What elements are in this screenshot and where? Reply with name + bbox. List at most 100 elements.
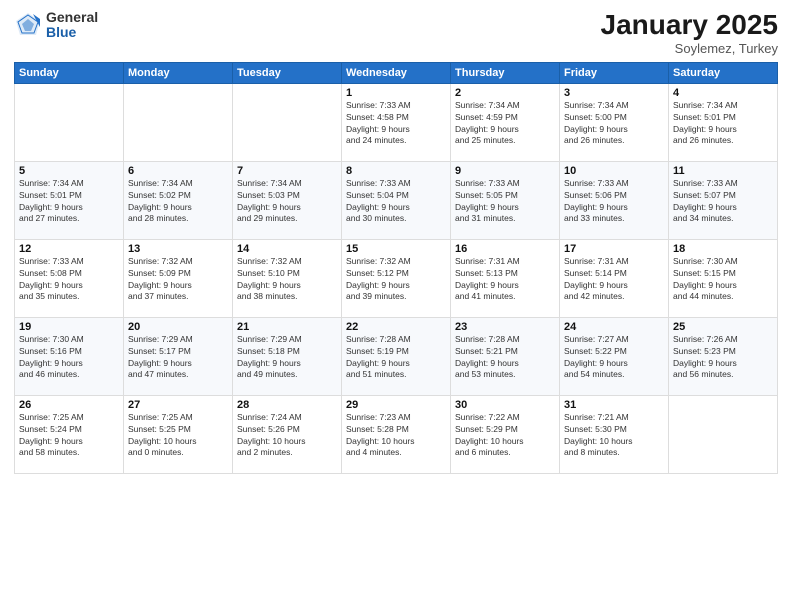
calendar-week-row: 26Sunrise: 7:25 AMSunset: 5:24 PMDayligh… [15,395,778,473]
calendar-cell: 13Sunrise: 7:32 AMSunset: 5:09 PMDayligh… [124,239,233,317]
calendar-cell: 24Sunrise: 7:27 AMSunset: 5:22 PMDayligh… [560,317,669,395]
calendar-cell: 12Sunrise: 7:33 AMSunset: 5:08 PMDayligh… [15,239,124,317]
calendar-cell: 31Sunrise: 7:21 AMSunset: 5:30 PMDayligh… [560,395,669,473]
logo-general: General [46,10,98,25]
calendar-cell: 25Sunrise: 7:26 AMSunset: 5:23 PMDayligh… [669,317,778,395]
day-number: 17 [564,243,664,255]
day-number: 1 [346,87,446,99]
calendar-cell: 26Sunrise: 7:25 AMSunset: 5:24 PMDayligh… [15,395,124,473]
day-info: Sunrise: 7:24 AMSunset: 5:26 PMDaylight:… [237,412,337,460]
day-number: 15 [346,243,446,255]
day-info: Sunrise: 7:31 AMSunset: 5:13 PMDaylight:… [455,256,555,304]
location-subtitle: Soylemez, Turkey [601,41,778,56]
day-number: 30 [455,399,555,411]
calendar-cell: 3Sunrise: 7:34 AMSunset: 5:00 PMDaylight… [560,83,669,161]
calendar-cell: 11Sunrise: 7:33 AMSunset: 5:07 PMDayligh… [669,161,778,239]
day-info: Sunrise: 7:22 AMSunset: 5:29 PMDaylight:… [455,412,555,460]
calendar-cell: 14Sunrise: 7:32 AMSunset: 5:10 PMDayligh… [233,239,342,317]
day-info: Sunrise: 7:34 AMSunset: 5:03 PMDaylight:… [237,178,337,226]
day-info: Sunrise: 7:34 AMSunset: 5:01 PMDaylight:… [19,178,119,226]
day-number: 20 [128,321,228,333]
day-info: Sunrise: 7:34 AMSunset: 4:59 PMDaylight:… [455,100,555,148]
day-info: Sunrise: 7:30 AMSunset: 5:15 PMDaylight:… [673,256,773,304]
calendar-cell: 27Sunrise: 7:25 AMSunset: 5:25 PMDayligh… [124,395,233,473]
day-info: Sunrise: 7:25 AMSunset: 5:24 PMDaylight:… [19,412,119,460]
calendar-cell: 1Sunrise: 7:33 AMSunset: 4:58 PMDaylight… [342,83,451,161]
page-header: General Blue January 2025 Soylemez, Turk… [14,10,778,56]
day-info: Sunrise: 7:32 AMSunset: 5:10 PMDaylight:… [237,256,337,304]
calendar-cell [669,395,778,473]
day-number: 16 [455,243,555,255]
calendar-cell: 16Sunrise: 7:31 AMSunset: 5:13 PMDayligh… [451,239,560,317]
calendar-cell: 23Sunrise: 7:28 AMSunset: 5:21 PMDayligh… [451,317,560,395]
calendar-cell: 4Sunrise: 7:34 AMSunset: 5:01 PMDaylight… [669,83,778,161]
logo-blue: Blue [46,25,98,40]
day-number: 9 [455,165,555,177]
calendar-cell [124,83,233,161]
calendar-cell [233,83,342,161]
day-info: Sunrise: 7:28 AMSunset: 5:19 PMDaylight:… [346,334,446,382]
day-number: 18 [673,243,773,255]
day-number: 22 [346,321,446,333]
calendar-cell: 18Sunrise: 7:30 AMSunset: 5:15 PMDayligh… [669,239,778,317]
day-number: 14 [237,243,337,255]
calendar-week-row: 5Sunrise: 7:34 AMSunset: 5:01 PMDaylight… [15,161,778,239]
day-header-thursday: Thursday [451,62,560,83]
calendar-week-row: 12Sunrise: 7:33 AMSunset: 5:08 PMDayligh… [15,239,778,317]
calendar-cell: 10Sunrise: 7:33 AMSunset: 5:06 PMDayligh… [560,161,669,239]
calendar-cell: 21Sunrise: 7:29 AMSunset: 5:18 PMDayligh… [233,317,342,395]
day-number: 23 [455,321,555,333]
calendar-cell [15,83,124,161]
day-info: Sunrise: 7:32 AMSunset: 5:09 PMDaylight:… [128,256,228,304]
day-number: 21 [237,321,337,333]
calendar-week-row: 19Sunrise: 7:30 AMSunset: 5:16 PMDayligh… [15,317,778,395]
day-info: Sunrise: 7:34 AMSunset: 5:01 PMDaylight:… [673,100,773,148]
day-info: Sunrise: 7:33 AMSunset: 5:05 PMDaylight:… [455,178,555,226]
day-info: Sunrise: 7:23 AMSunset: 5:28 PMDaylight:… [346,412,446,460]
day-info: Sunrise: 7:27 AMSunset: 5:22 PMDaylight:… [564,334,664,382]
day-info: Sunrise: 7:30 AMSunset: 5:16 PMDaylight:… [19,334,119,382]
day-number: 11 [673,165,773,177]
day-info: Sunrise: 7:34 AMSunset: 5:00 PMDaylight:… [564,100,664,148]
day-info: Sunrise: 7:33 AMSunset: 5:04 PMDaylight:… [346,178,446,226]
day-info: Sunrise: 7:33 AMSunset: 4:58 PMDaylight:… [346,100,446,148]
day-number: 29 [346,399,446,411]
day-header-tuesday: Tuesday [233,62,342,83]
title-block: January 2025 Soylemez, Turkey [601,10,778,56]
day-header-saturday: Saturday [669,62,778,83]
day-info: Sunrise: 7:29 AMSunset: 5:17 PMDaylight:… [128,334,228,382]
day-header-monday: Monday [124,62,233,83]
calendar-cell: 9Sunrise: 7:33 AMSunset: 5:05 PMDaylight… [451,161,560,239]
day-header-sunday: Sunday [15,62,124,83]
day-info: Sunrise: 7:32 AMSunset: 5:12 PMDaylight:… [346,256,446,304]
calendar-cell: 17Sunrise: 7:31 AMSunset: 5:14 PMDayligh… [560,239,669,317]
calendar-cell: 7Sunrise: 7:34 AMSunset: 5:03 PMDaylight… [233,161,342,239]
calendar-cell: 29Sunrise: 7:23 AMSunset: 5:28 PMDayligh… [342,395,451,473]
day-number: 6 [128,165,228,177]
day-header-friday: Friday [560,62,669,83]
day-number: 27 [128,399,228,411]
calendar-cell: 8Sunrise: 7:33 AMSunset: 5:04 PMDaylight… [342,161,451,239]
calendar-table: SundayMondayTuesdayWednesdayThursdayFrid… [14,62,778,474]
day-info: Sunrise: 7:33 AMSunset: 5:06 PMDaylight:… [564,178,664,226]
day-number: 5 [19,165,119,177]
day-info: Sunrise: 7:25 AMSunset: 5:25 PMDaylight:… [128,412,228,460]
logo-icon [14,11,42,39]
calendar-cell: 19Sunrise: 7:30 AMSunset: 5:16 PMDayligh… [15,317,124,395]
calendar-cell: 5Sunrise: 7:34 AMSunset: 5:01 PMDaylight… [15,161,124,239]
day-number: 24 [564,321,664,333]
day-number: 26 [19,399,119,411]
day-info: Sunrise: 7:29 AMSunset: 5:18 PMDaylight:… [237,334,337,382]
day-info: Sunrise: 7:33 AMSunset: 5:07 PMDaylight:… [673,178,773,226]
logo: General Blue [14,10,98,41]
calendar-cell: 30Sunrise: 7:22 AMSunset: 5:29 PMDayligh… [451,395,560,473]
day-number: 28 [237,399,337,411]
day-header-wednesday: Wednesday [342,62,451,83]
day-number: 2 [455,87,555,99]
day-info: Sunrise: 7:26 AMSunset: 5:23 PMDaylight:… [673,334,773,382]
day-info: Sunrise: 7:28 AMSunset: 5:21 PMDaylight:… [455,334,555,382]
day-number: 19 [19,321,119,333]
calendar-cell: 2Sunrise: 7:34 AMSunset: 4:59 PMDaylight… [451,83,560,161]
day-number: 3 [564,87,664,99]
day-number: 8 [346,165,446,177]
